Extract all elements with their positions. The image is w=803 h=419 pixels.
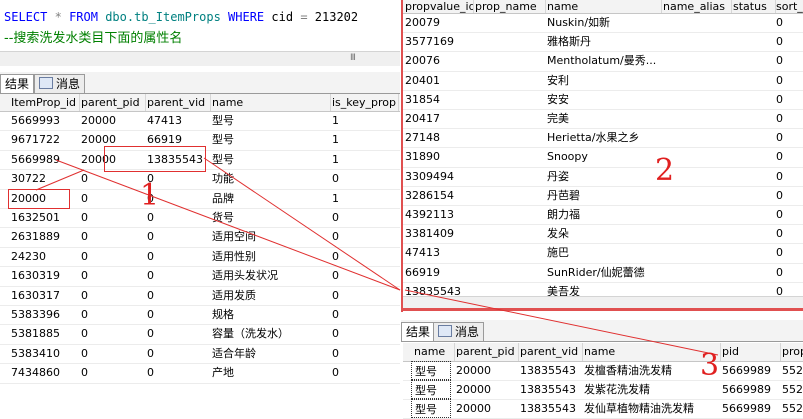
- annotation-line-pid-to-id: [35, 169, 85, 191]
- annotation-number-2: 2: [655, 153, 675, 188]
- annotation-number-1: 1: [140, 178, 160, 213]
- annotation-line-vid-to-brand: [203, 157, 401, 291]
- annotation-number-3: 3: [700, 348, 720, 383]
- annotation-lines: [35, 157, 719, 356]
- annotation-line-brand-to-product: [404, 289, 719, 356]
- annotation-line-row-to-brand: [55, 159, 401, 291]
